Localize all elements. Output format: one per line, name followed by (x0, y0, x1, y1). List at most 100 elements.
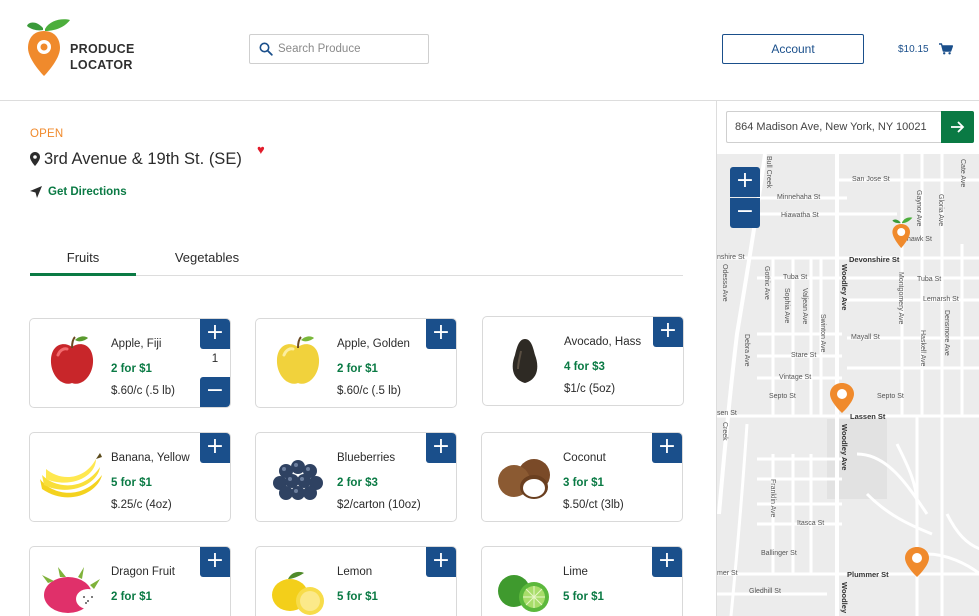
street-label: Swinton Ave (819, 314, 826, 353)
product-name: Dragon Fruit (111, 566, 175, 578)
product-name: Apple, Fiji (111, 338, 162, 350)
add-button[interactable]: + (652, 433, 682, 463)
product-card-lime: Lime 5 for $1 + (481, 546, 683, 616)
product-name: Lime (563, 566, 588, 578)
street-label: Mayall St (851, 334, 880, 341)
street-label: Stare St (791, 352, 817, 359)
street-label: Debra Ave (743, 334, 750, 367)
street-label: Plummer St (847, 570, 889, 579)
zoom-in-button[interactable]: + (730, 167, 760, 197)
add-button[interactable]: + (200, 433, 230, 463)
product-deal: 2 for $1 (337, 363, 378, 375)
logo-pin-icon (27, 19, 70, 76)
product-card-coconut: Coconut 3 for $1 $.50/ct (3lb) + (481, 432, 683, 522)
street-label: Devonshire St (849, 255, 900, 264)
map[interactable]: San Jose St Minnehaha St Hiawatha St haw… (717, 154, 979, 616)
street-label: Woodley (840, 582, 849, 614)
store-status: OPEN (30, 128, 64, 140)
avocado-icon (512, 339, 538, 383)
favorite-heart-icon[interactable]: ♥ (257, 143, 265, 156)
product-unit-price: $2/carton (10oz) (337, 499, 421, 511)
add-button[interactable]: + (426, 547, 456, 577)
address-submit-button[interactable] (941, 111, 974, 143)
product-unit-price: $.25/c (4oz) (111, 499, 172, 511)
add-button[interactable]: + (200, 319, 230, 349)
street-label: Hiawatha St (781, 212, 819, 219)
map-panel: 864 Madison Ave, New York, NY 10021 San … (716, 101, 979, 616)
tab-fruits[interactable]: Fruits (30, 243, 136, 276)
street-label: Bull Creek (765, 156, 772, 189)
street-label: Sophia Ave (783, 288, 790, 324)
account-button[interactable]: Account (722, 34, 864, 64)
street-label: Creek (721, 422, 728, 441)
tab-vegetables[interactable]: Vegetables (154, 243, 260, 276)
product-name: Lemon (337, 566, 373, 578)
add-button[interactable]: + (426, 433, 456, 463)
street-label: sen St (717, 410, 737, 417)
add-button[interactable]: + (652, 547, 682, 577)
dragon-fruit-icon (42, 567, 100, 613)
street-label: Ballinger St (761, 550, 797, 557)
product-deal: 2 for $3 (337, 477, 378, 489)
product-unit-price: $.60/c (.5 lb) (111, 385, 175, 397)
logo-line-2: LOCATOR (70, 58, 133, 72)
street-label: Montgomery Ave (897, 272, 904, 325)
product-name: Banana, Yellow (111, 452, 190, 464)
street-label: Lassen St (850, 412, 886, 421)
quantity-value: 1 (211, 353, 219, 365)
logo-line-1: PRODUCE (70, 42, 135, 56)
logo-text: PRODUCE LOCATOR (70, 41, 135, 73)
logo[interactable]: PRODUCE LOCATOR (26, 18, 146, 78)
product-card-apple-golden: Apple, Golden 2 for $1 $.60/c (.5 lb) + (255, 318, 457, 408)
store-pin-icon[interactable] (829, 382, 855, 414)
get-directions-link[interactable]: Get Directions (30, 186, 127, 198)
search-input[interactable] (278, 39, 423, 59)
add-button[interactable]: + (426, 319, 456, 349)
street-label: Gledhill St (749, 588, 781, 595)
street-label: Odessa Ave (721, 264, 728, 302)
product-unit-price: $.60/c (.5 lb) (337, 385, 401, 397)
street-label: mer St (717, 570, 738, 577)
product-name: Blueberries (337, 452, 396, 464)
header: PRODUCE LOCATOR Account $10.15 (0, 0, 979, 101)
address-field[interactable]: 864 Madison Ave, New York, NY 10021 (726, 111, 942, 143)
search-box[interactable] (249, 34, 429, 64)
store-heading: 3rd Avenue & 19th St. (SE) (30, 149, 242, 169)
product-card-avocado: Avocado, Hass 4 for $3 $1/c (5oz) + (482, 316, 684, 406)
store-pin-selected-icon[interactable] (889, 216, 915, 248)
product-name: Coconut (563, 452, 606, 464)
street-label: Gothic Ave (763, 266, 770, 300)
cart[interactable]: $10.15 (898, 41, 953, 57)
product-card-lemon: Lemon 5 for $1 + (255, 546, 457, 616)
street-label: Septo St (877, 393, 904, 400)
street-label: Gaynor Ave (915, 190, 922, 227)
coconut-icon (498, 459, 550, 499)
product-deal: 5 for $1 (563, 591, 604, 603)
lime-icon (498, 575, 549, 612)
street-label: Franklin Ave (769, 479, 776, 518)
street-label: Tuba St (917, 276, 942, 283)
arrow-right-icon (951, 121, 965, 133)
product-name: Apple, Golden (337, 338, 410, 350)
store-pin-icon[interactable] (904, 546, 930, 578)
product-deal: 2 for $1 (111, 363, 152, 375)
add-button[interactable]: + (653, 317, 683, 347)
street-label: Vintage St (779, 374, 812, 381)
location-pin-icon (30, 152, 40, 166)
street-label: Woodley Ave (840, 424, 849, 471)
street-label: Lemarsh St (923, 296, 959, 303)
street-label: Haskell Ave (919, 330, 926, 367)
street-label: nshire St (717, 254, 745, 261)
add-button[interactable]: + (200, 547, 230, 577)
product-deal: 3 for $1 (563, 477, 604, 489)
street-label: Valjean Ave (801, 288, 808, 325)
product-card-blueberries: Blueberries 2 for $3 $2/carton (10oz) + (255, 432, 457, 522)
product-deal: 5 for $1 (111, 477, 152, 489)
blueberries-icon (273, 460, 323, 500)
zoom-out-button[interactable]: − (730, 198, 760, 228)
street-label: Minnehaha St (777, 194, 821, 201)
product-deal: 5 for $1 (337, 591, 378, 603)
remove-button[interactable]: − (200, 377, 230, 407)
lemon-icon (272, 571, 324, 615)
product-deal: 2 for $1 (111, 591, 152, 603)
